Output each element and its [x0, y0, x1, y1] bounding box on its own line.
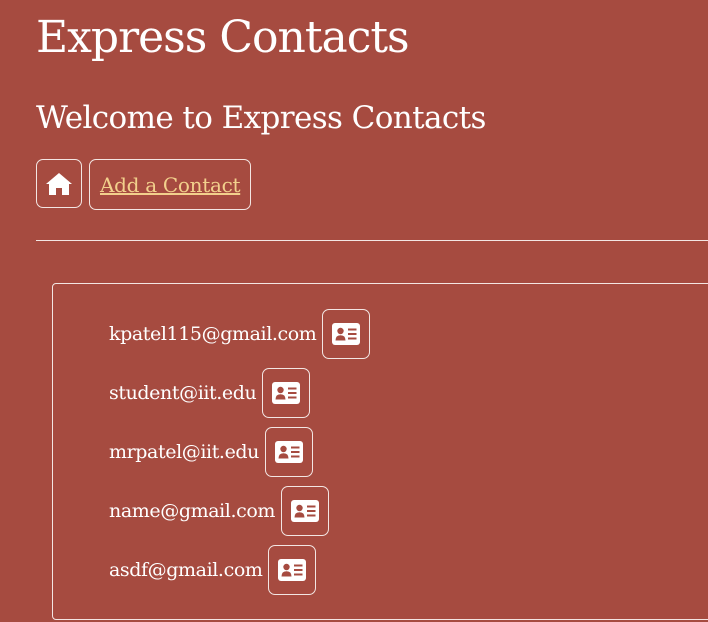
app-title: Express Contacts — [36, 12, 410, 63]
main-nav: Add a Contact — [36, 159, 252, 210]
add-contact-link[interactable]: Add a Contact — [89, 159, 252, 210]
contact-list: kpatel115@gmail.com student@iit.edu mrpa… — [109, 308, 371, 603]
contact-card-icon — [275, 440, 304, 463]
contact-email: kpatel115@gmail.com — [109, 322, 317, 345]
view-contact-button[interactable] — [322, 308, 371, 359]
view-contact-button[interactable] — [265, 426, 314, 477]
contact-email: name@gmail.com — [109, 499, 276, 522]
contact-item: asdf@gmail.com — [109, 544, 370, 595]
contact-item: kpatel115@gmail.com — [109, 308, 371, 359]
view-contact-button[interactable] — [268, 544, 317, 595]
contact-card-icon — [332, 322, 361, 345]
contact-card-icon — [291, 499, 320, 522]
contact-card-icon — [278, 558, 307, 581]
divider — [36, 240, 708, 241]
contact-item: name@gmail.com — [109, 485, 370, 536]
home-button[interactable] — [36, 159, 82, 208]
contact-card-icon — [272, 381, 301, 404]
view-contact-button[interactable] — [262, 367, 311, 418]
home-icon — [46, 172, 72, 195]
contact-email: mrpatel@iit.edu — [109, 440, 260, 463]
contact-list-panel: kpatel115@gmail.com student@iit.edu mrpa… — [52, 283, 708, 620]
contact-item: student@iit.edu — [109, 367, 370, 418]
view-contact-button[interactable] — [281, 485, 330, 536]
contact-email: asdf@gmail.com — [109, 558, 263, 581]
welcome-heading: Welcome to Express Contacts — [36, 100, 486, 136]
contact-email: student@iit.edu — [109, 381, 257, 404]
contact-item: mrpatel@iit.edu — [109, 426, 370, 477]
